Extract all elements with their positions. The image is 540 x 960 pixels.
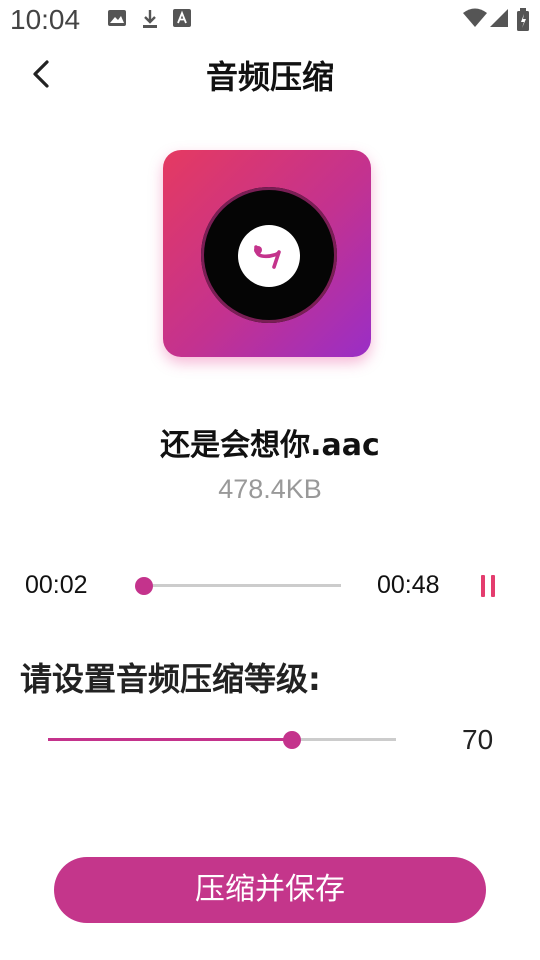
status-time: 10:04	[10, 4, 81, 35]
pause-button[interactable]	[478, 575, 498, 599]
file-name: 还是会想你.aac	[160, 428, 380, 463]
status-bar: 10:04	[0, 0, 540, 40]
compression-level-value: 70	[462, 724, 494, 755]
pause-icon	[481, 575, 485, 597]
music-logo-icon	[254, 245, 281, 269]
page-title: 音频压缩	[205, 58, 334, 96]
image-icon	[108, 10, 126, 26]
text-icon	[173, 9, 191, 27]
wifi-icon	[463, 8, 487, 27]
battery-icon	[517, 8, 529, 31]
signal-icon	[490, 9, 508, 27]
playback-thumb[interactable]	[135, 577, 154, 595]
compression-level-label: 请设置音频压缩等级:	[20, 660, 321, 698]
pause-icon-bar	[491, 575, 495, 597]
file-size: 478.4KB	[218, 474, 322, 504]
compression-thumb[interactable]	[282, 731, 301, 749]
compress-save-button[interactable]: 压缩并保存	[54, 857, 486, 923]
playback-track	[136, 584, 341, 587]
top-bar: 音频压缩	[0, 40, 540, 110]
current-time: 00:02	[25, 571, 88, 599]
download-icon	[143, 10, 157, 28]
compression-fill	[48, 738, 292, 741]
duration-time: 00:48	[377, 571, 440, 599]
